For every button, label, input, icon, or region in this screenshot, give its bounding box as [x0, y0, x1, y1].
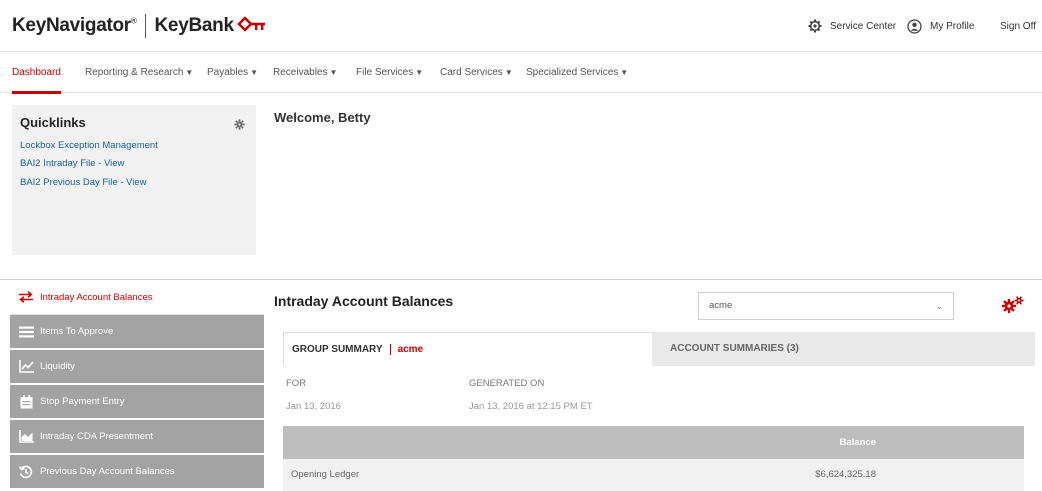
quicklink-lockbox-exception[interactable]: Lockbox Exception Management [20, 140, 158, 151]
quicklink-bai2-previous-day[interactable]: BAI2 Previous Day File - View [20, 177, 147, 188]
welcome-message: Welcome, Betty [274, 110, 371, 125]
tab-group-name: acme [397, 344, 424, 355]
brand-divider [144, 14, 146, 38]
column-header-balance: Balance [839, 437, 876, 448]
service-center-link[interactable]: Service Center [808, 0, 896, 52]
tab-account-summaries-label: ACCOUNT SUMMARIES (3) [670, 343, 799, 354]
side-item-label: Intraday CDA Presentment [40, 431, 153, 442]
side-item-previous-day-account-balances[interactable]: Previous Day Account Balances [10, 455, 264, 490]
for-value: Jan 13, 2016 [286, 401, 341, 412]
chart-area-icon [18, 430, 34, 444]
chart-line-icon [18, 360, 34, 374]
group-select-value: acme [709, 300, 733, 311]
group-select[interactable]: acme ⌄ [698, 292, 954, 320]
tab-separator [389, 343, 391, 355]
side-item-label: Liquidity [40, 361, 75, 372]
list-icon [18, 325, 34, 339]
side-item-liquidity[interactable]: Liquidity [10, 350, 264, 385]
chevron-down-icon: ▼ [620, 68, 629, 77]
tab-group-summary-label: GROUP SUMMARY [292, 344, 383, 355]
balances-table-header: Balance [283, 426, 1024, 459]
top-header: KeyNavigator® KeyBank Service Center My … [0, 0, 1042, 52]
user-circle-icon [907, 18, 922, 34]
quicklinks-panel: Quicklinks Lockbox Exception Management … [12, 105, 256, 255]
chevron-down-icon: ▼ [415, 68, 424, 77]
main-nav: Dashboard Reporting & Research ▼ Payables… [0, 53, 1042, 94]
transfer-arrows-icon [18, 290, 34, 304]
calendar-icon [18, 394, 34, 409]
panel-title: Intraday Account Balances [274, 293, 454, 309]
for-label: FOR [286, 378, 307, 389]
brand-logo[interactable]: KeyNavigator® KeyBank [12, 14, 267, 38]
quicklink-bai2-intraday[interactable]: BAI2 Intraday File - View [20, 158, 124, 169]
key-icon [236, 15, 267, 37]
nav-reporting-research[interactable]: Reporting & Research ▼ [85, 53, 193, 93]
table-row: Opening Ledger $6,624,325.18 [283, 459, 1024, 491]
tab-account-summaries[interactable]: ACCOUNT SUMMARIES (3) [652, 332, 1035, 366]
sign-off-link[interactable]: Sign Off [1000, 0, 1036, 52]
nav-receivables[interactable]: Receivables ▼ [273, 53, 337, 93]
side-item-label: Intraday Account Balances [40, 291, 153, 303]
chevron-down-icon: ▼ [250, 68, 259, 77]
row-label: Opening Ledger [291, 469, 360, 480]
side-item-label: Items To Approve [40, 326, 114, 337]
nav-dashboard[interactable]: Dashboard [12, 53, 61, 94]
side-item-items-to-approve[interactable]: Items To Approve [10, 315, 264, 350]
generated-on-value: Jan 13, 2016 at 12:15 PM ET [469, 401, 593, 412]
service-center-label: Service Center [830, 20, 897, 32]
chevron-down-icon: ▼ [329, 68, 338, 77]
quicklinks-settings-gear-icon[interactable] [234, 117, 245, 135]
sign-off-label: Sign Off [1000, 20, 1036, 32]
chevron-down-icon: ▼ [504, 68, 513, 77]
brand-name: KeyNavigator® [12, 15, 137, 36]
row-balance: $6,624,325.18 [815, 469, 876, 480]
chevron-down-icon: ⌄ [935, 301, 943, 311]
side-item-intraday-cda-presentment[interactable]: Intraday CDA Presentment [10, 420, 264, 455]
side-item-label: Stop Payment Entry [40, 396, 125, 407]
tab-group-summary[interactable]: GROUP SUMMARY acme [283, 332, 652, 366]
quicklinks-title: Quicklinks [20, 115, 86, 130]
my-profile-link[interactable]: My Profile [907, 0, 974, 52]
generated-on-label: GENERATED ON [469, 378, 545, 389]
widget-side-menu: Intraday Account Balances Items To Appro… [10, 280, 264, 491]
gears-icon[interactable] [1002, 296, 1024, 319]
history-icon [18, 465, 34, 479]
bank-name: KeyBank [154, 15, 235, 36]
side-item-label: Previous Day Account Balances [40, 466, 175, 477]
nav-payables[interactable]: Payables ▼ [207, 53, 258, 93]
chevron-down-icon: ▼ [185, 68, 194, 77]
nav-card-services[interactable]: Card Services ▼ [440, 53, 513, 93]
nav-specialized-services[interactable]: Specialized Services ▼ [526, 53, 628, 93]
side-item-stop-payment-entry[interactable]: Stop Payment Entry [10, 385, 264, 420]
nav-file-services[interactable]: File Services ▼ [356, 53, 423, 93]
side-item-intraday-account-balances[interactable]: Intraday Account Balances [10, 280, 264, 315]
my-profile-label: My Profile [930, 20, 975, 32]
gear-icon [808, 19, 822, 33]
summary-tabs: GROUP SUMMARY acme ACCOUNT SUMMARIES (3) [283, 332, 1035, 366]
